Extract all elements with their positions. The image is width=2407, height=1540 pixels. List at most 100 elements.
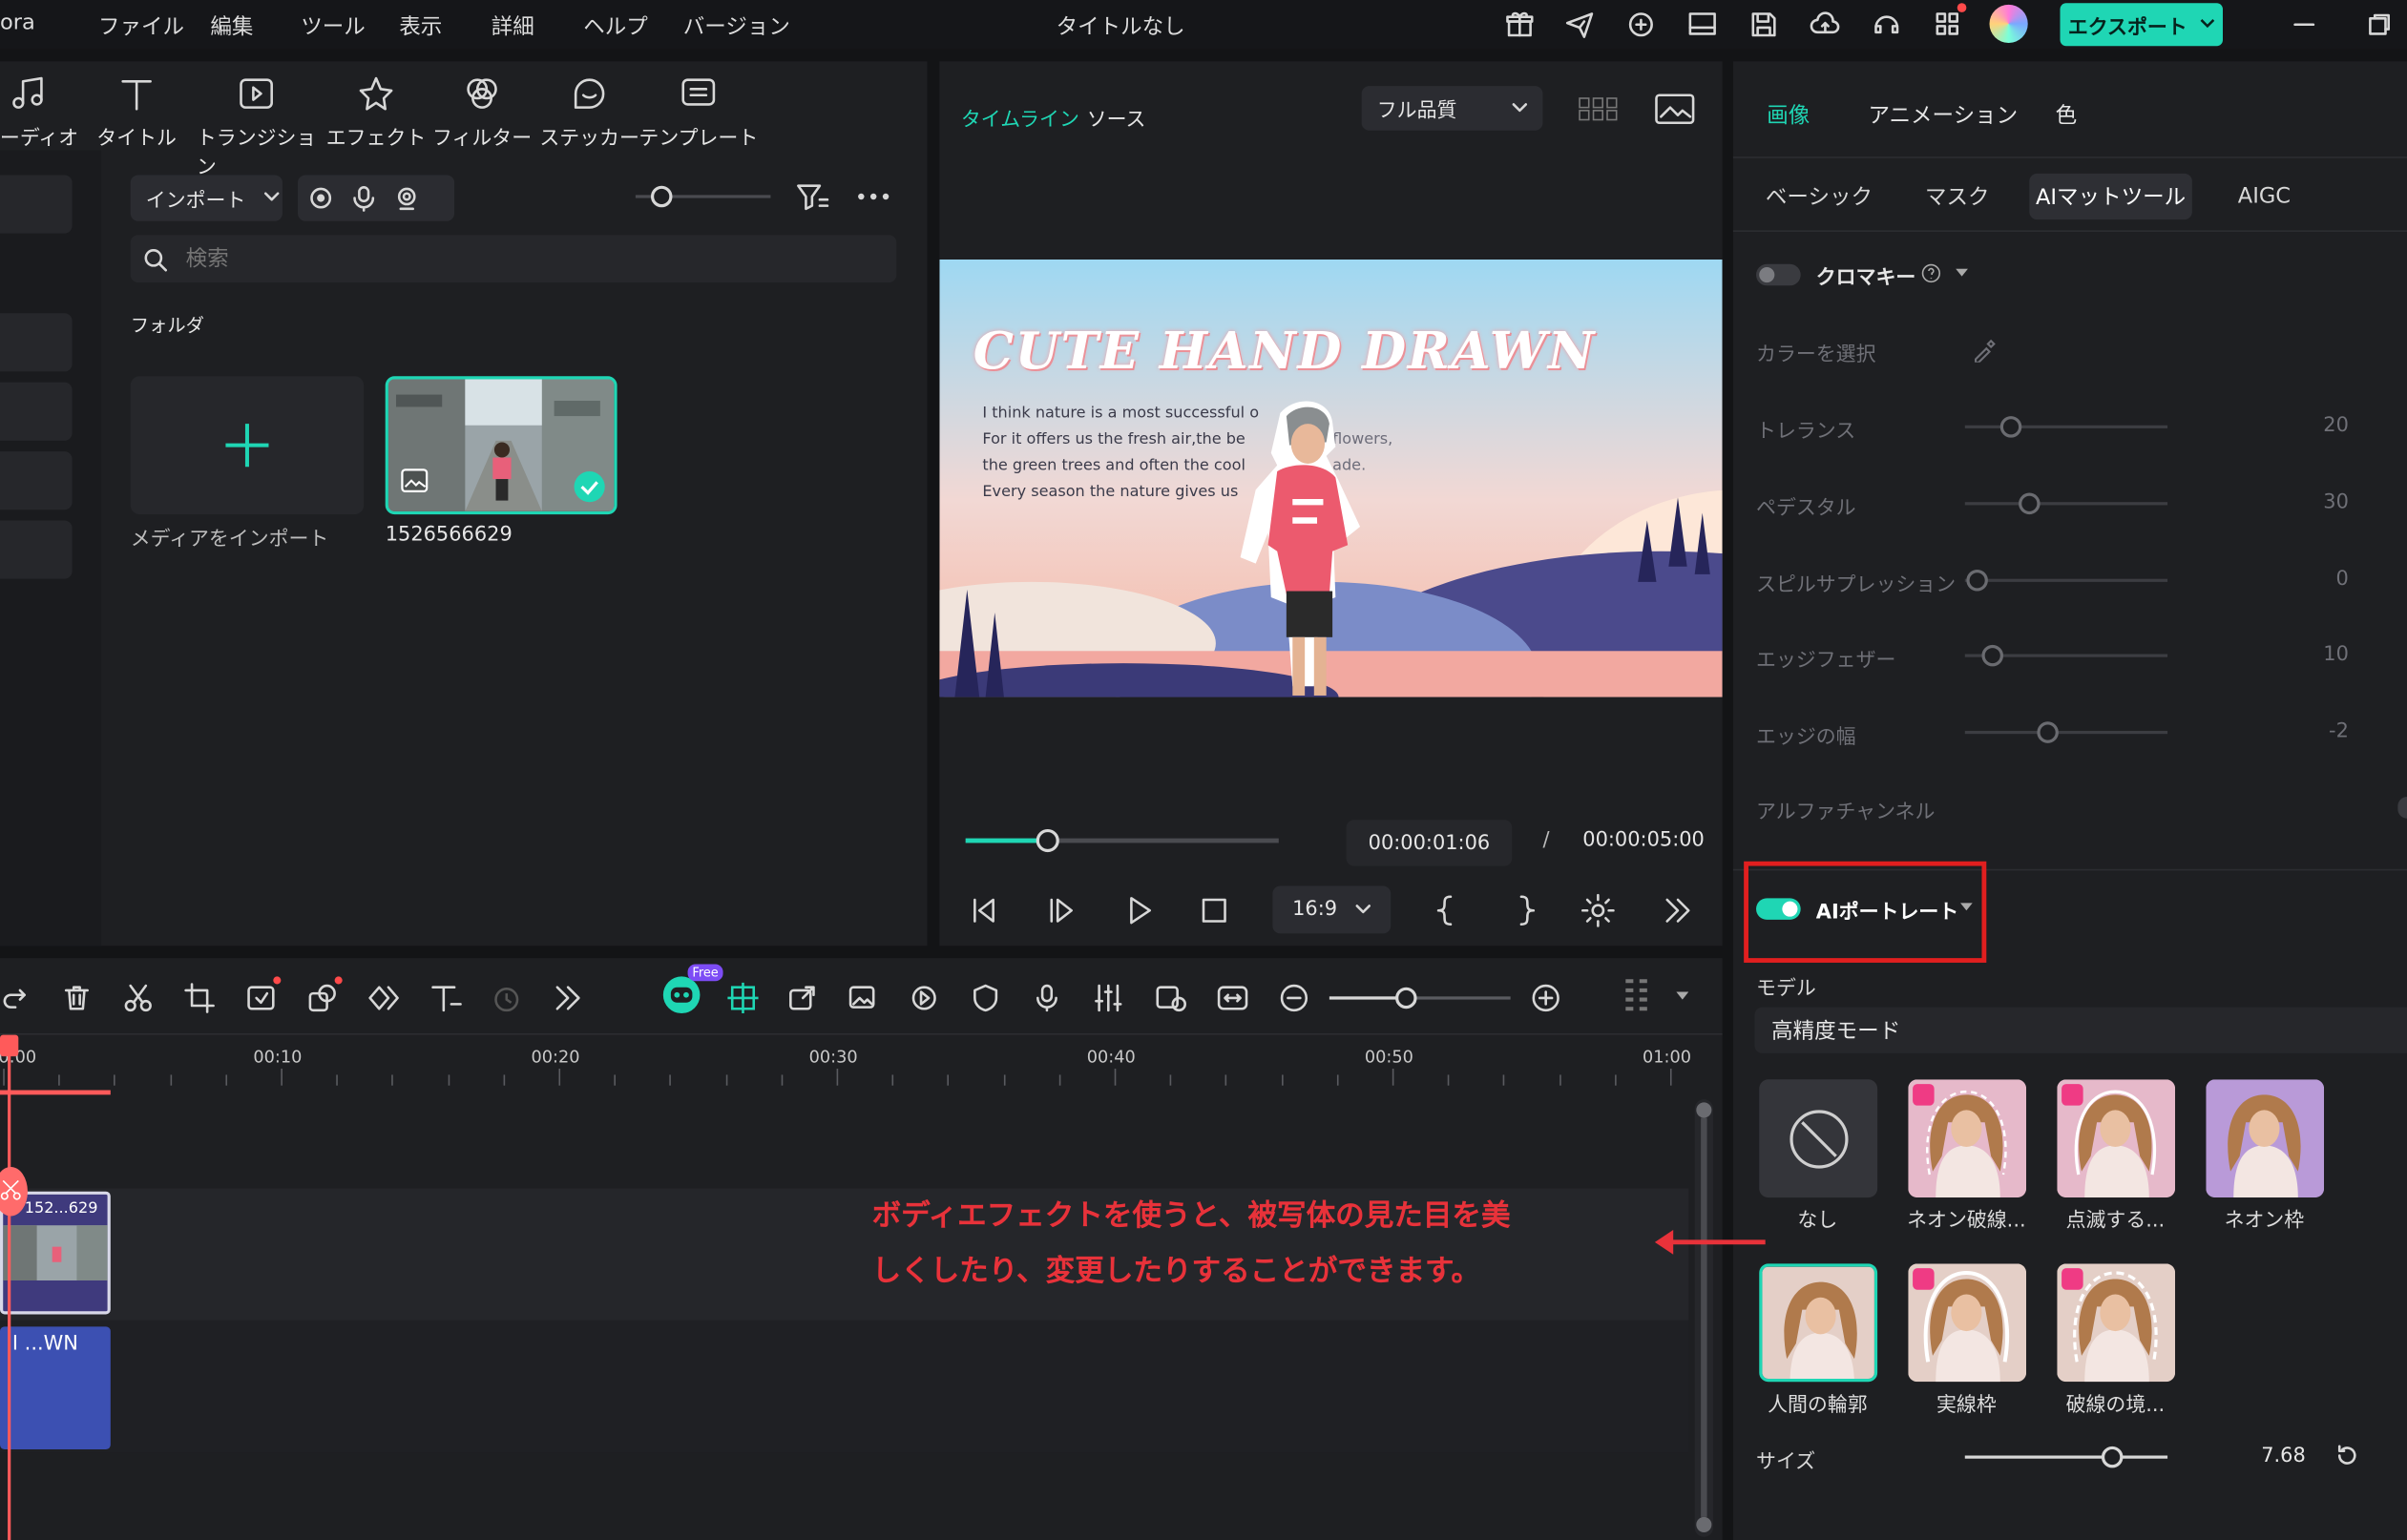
play-icon[interactable] [1123,895,1154,926]
search-bar[interactable] [130,235,897,283]
tab-animation[interactable]: アニメーション [1868,100,2018,131]
slider-knob[interactable] [1982,644,2004,667]
tool-sticker[interactable]: ステッカー [530,73,649,151]
record-icon[interactable] [307,184,335,212]
import-dropdown[interactable]: インポート [130,175,283,221]
param-slider[interactable] [1964,492,2168,515]
gift-icon[interactable] [1504,10,1535,40]
zoom-out-icon[interactable] [1279,983,1309,1013]
alpha-channel-toggle[interactable] [2397,797,2407,819]
image-edit-icon[interactable] [848,983,878,1013]
preset-neon-frame[interactable] [2206,1079,2325,1198]
avatar[interactable] [1989,4,2028,44]
preset-solid-frame[interactable] [1908,1263,2027,1383]
ai-portrait-toggle[interactable] [1756,898,1801,920]
preset-dashed-border[interactable] [2057,1263,2176,1383]
current-time[interactable]: 00:00:01:06 [1346,820,1513,866]
subtab-mask[interactable]: マスク [1915,174,2000,219]
speed-icon[interactable] [245,976,282,1013]
crop-icon[interactable] [184,983,215,1013]
size-value[interactable]: 7.68 [2261,1445,2306,1467]
snapshot-icon[interactable] [1655,93,1695,126]
playhead[interactable] [8,1037,11,1540]
export-button[interactable]: エクスポート [2060,3,2223,47]
param-slider[interactable] [1964,416,2168,438]
vertical-scrollbar[interactable] [1694,1099,1713,1537]
sidebar-item[interactable] [0,175,73,234]
caret-down-icon[interactable] [1676,991,1689,1002]
help-icon[interactable] [1920,262,1942,284]
menu-tools[interactable]: ツール [301,10,366,41]
scissors-icon[interactable] [123,983,154,1013]
tab-color[interactable]: 色 [2056,100,2078,131]
menu-file[interactable]: ファイル [98,10,184,41]
search-input[interactable] [185,246,800,272]
previous-frame-icon[interactable] [969,895,999,926]
timeline-ruler[interactable]: 00:0000:1000:2000:3000:4000:5001:00 [0,1035,1691,1100]
voiceover-mic-icon[interactable] [1032,983,1062,1013]
preview-canvas[interactable]: CUTE HAND DRAWN I think nature is a most… [939,259,1723,697]
tool-effect[interactable]: エフェクト [316,73,435,151]
title-clip[interactable]: I ...WN [0,1326,111,1450]
param-value[interactable]: 10 [2323,643,2349,666]
mark-out-icon[interactable] [1511,894,1541,927]
cloud-sync-icon[interactable] [1625,10,1656,40]
preset-blinking[interactable] [2057,1079,2176,1198]
ai-robot-icon[interactable] [662,976,701,1014]
audio-mixer-icon[interactable] [1093,983,1123,1013]
scroll-thumb-top[interactable] [1696,1102,1712,1118]
caret-down-icon[interactable] [1956,268,1968,279]
slider-knob[interactable] [2037,721,2060,743]
param-value[interactable]: 30 [2323,491,2349,514]
render-preview-icon[interactable] [1155,983,1188,1013]
more-tools-icon[interactable] [553,983,583,1013]
minimize-icon[interactable] [2292,12,2316,37]
redo-icon[interactable] [0,983,31,1013]
preset-none[interactable] [1759,1079,1878,1198]
param-slider[interactable] [1964,570,2168,592]
sidebar-item[interactable] [0,382,73,441]
subtab-aigc[interactable]: AIGC [2221,174,2307,219]
tab-source[interactable]: ソース [1087,103,1146,132]
subtab-basic[interactable]: ベーシック [1761,174,1877,219]
mask-shape-icon[interactable] [307,976,343,1013]
slider-knob[interactable] [2000,416,2022,438]
cloud-upload-icon[interactable] [1810,10,1840,40]
slider-knob[interactable] [2102,1446,2124,1468]
grid-view-icon[interactable] [1578,95,1618,123]
sidebar-item[interactable] [0,313,73,372]
menu-advanced[interactable]: 詳細 [492,10,534,41]
caret-down-icon[interactable] [1959,903,1973,912]
slider-knob[interactable] [650,185,673,208]
param-slider[interactable] [1964,644,2168,667]
preset-neon-dashed[interactable] [1908,1079,2027,1198]
param-value[interactable]: 20 [2323,414,2349,437]
filter-icon[interactable] [795,181,829,212]
zoom-slider[interactable] [1329,987,1511,1009]
more-icon[interactable] [856,184,890,209]
next-frame-icon[interactable] [1045,895,1076,926]
model-select[interactable]: 高精度モード [1754,1007,2407,1053]
import-media-card[interactable] [130,376,365,515]
export-clip-icon[interactable] [787,983,818,1013]
fit-timeline-icon[interactable] [1216,983,1249,1013]
sidebar-item[interactable] [0,451,73,510]
slider-knob[interactable] [1966,570,1988,592]
shield-icon[interactable] [971,983,1001,1013]
text-tool-icon[interactable] [429,983,463,1013]
stop-icon[interactable] [1199,895,1229,926]
layout-icon[interactable] [1687,10,1718,40]
microphone-icon[interactable] [350,184,378,212]
apps-grid-icon[interactable] [1933,3,1967,40]
menu-help[interactable]: ヘルプ [583,10,648,41]
menu-edit[interactable]: 編集 [210,10,253,41]
playhead-handle[interactable] [0,1034,19,1057]
tab-timeline[interactable]: タイムライン [961,103,1079,132]
keyframe-icon[interactable] [368,983,406,1013]
track-layout-icon[interactable] [1622,976,1650,1019]
param-slider[interactable] [1964,721,2168,743]
auto-reframe-icon[interactable] [726,981,760,1014]
preset-human-outline[interactable] [1759,1263,1878,1383]
playback-progress[interactable] [965,828,1279,853]
timer-icon[interactable] [492,983,522,1013]
